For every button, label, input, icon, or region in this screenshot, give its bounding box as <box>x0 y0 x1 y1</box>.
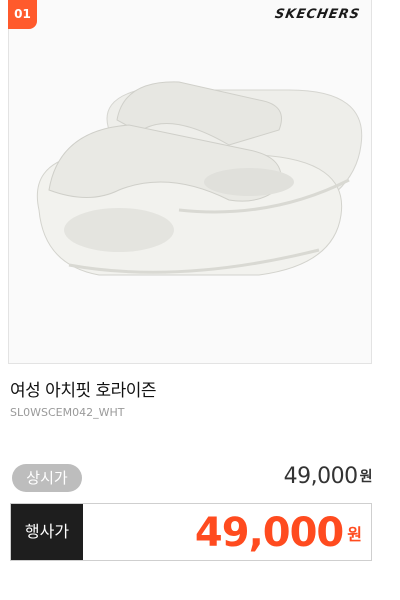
sale-price-label: 행사가 <box>11 504 83 560</box>
sale-price-value: 49,000 <box>194 510 344 556</box>
sale-price: 49,000 원 <box>194 507 362 561</box>
rank-badge: 01 <box>8 0 37 29</box>
product-sku: SL0WSCEM042_WHT <box>10 406 125 419</box>
list-price-badge: 상시가 <box>12 464 82 492</box>
white-slide-sandals-image <box>36 81 363 276</box>
product-image[interactable] <box>8 0 372 364</box>
list-price: 49,000 원 <box>283 464 373 489</box>
sale-price-currency: 원 <box>347 525 362 544</box>
product-title[interactable]: 여성 아치핏 호라이즌 <box>10 376 157 401</box>
sale-price-box: 행사가 49,000 원 <box>10 503 372 561</box>
product-card[interactable]: 01 SKECHERS 여성 아치핏 호라이즌 SL0WSCEM042_WHT … <box>0 0 400 600</box>
brand-logo: SKECHERS <box>273 7 362 22</box>
list-price-row: 상시가 49,000 원 <box>10 462 373 496</box>
list-price-currency: 원 <box>359 469 373 485</box>
list-price-value: 49,000 <box>283 464 358 489</box>
